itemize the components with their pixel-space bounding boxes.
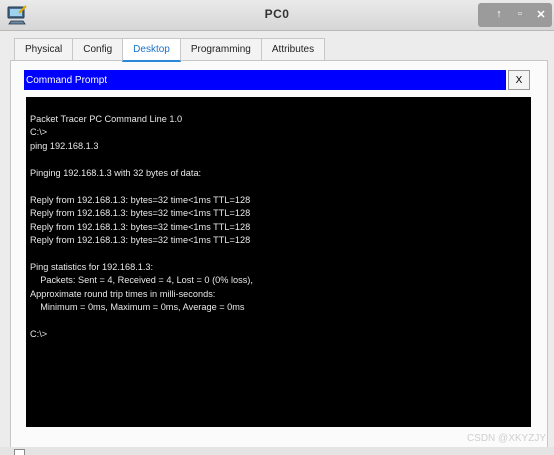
tab-config[interactable]: Config [72,38,124,60]
terminal-line: Packets: Sent = 4, Received = 4, Lost = … [30,275,253,286]
top-checkbox[interactable] [14,449,25,455]
terminal-line: Reply from 192.168.1.3: bytes=32 time<1m… [30,194,251,205]
terminal-line: Packet Tracer PC Command Line 1.0 [30,114,183,124]
maximize-button[interactable]: ↑ [490,5,508,23]
terminal-line: ping 192.168.1.3 [30,140,99,151]
close-window-button[interactable]: ✕ [532,5,550,23]
title-bar[interactable]: PC0 ↑ ▫ ✕ [0,0,554,31]
pc0-window: PC0 ↑ ▫ ✕ Physical Config Desktop Progra… [0,0,554,455]
terminal-line: Reply from 192.168.1.3: bytes=32 time<1m… [30,234,251,245]
tab-attributes[interactable]: Attributes [260,38,326,60]
command-prompt-close-button[interactable]: X [508,70,530,90]
command-prompt-title: Command Prompt [26,74,108,86]
command-prompt-title-bar: Command Prompt [24,70,506,90]
terminal-line: Reply from 192.168.1.3: bytes=32 time<1m… [30,221,251,232]
terminal-line: Reply from 192.168.1.3: bytes=32 time<1m… [30,208,251,219]
terminal-line: Approximate round trip times in milli-se… [30,288,216,299]
tab-desktop[interactable]: Desktop [122,38,181,62]
watermark: CSDN @XKYZJY [466,433,546,444]
bottom-strip [0,447,554,455]
tab-bar: Physical Config Desktop Programming Attr… [14,38,326,62]
tab-physical[interactable]: Physical [14,38,74,60]
terminal-line: C:\> [30,127,48,138]
terminal-line: Pinging 192.168.1.3 with 32 bytes of dat… [30,167,202,178]
terminal-line: C:\> [30,329,48,339]
window-controls: ↑ ▫ ✕ [490,5,550,25]
window-title: PC0 [264,7,290,21]
terminal-line: Ping statistics for 192.168.1.3: [30,261,154,272]
terminal-line: Minimum = 0ms, Maximum = 0ms, Average = … [30,302,245,313]
command-terminal[interactable]: Packet Tracer PC Command Line 1.0 C:\> pin… [26,97,531,427]
tab-programming[interactable]: Programming [179,38,262,60]
restore-button[interactable]: ▫ [511,5,529,23]
